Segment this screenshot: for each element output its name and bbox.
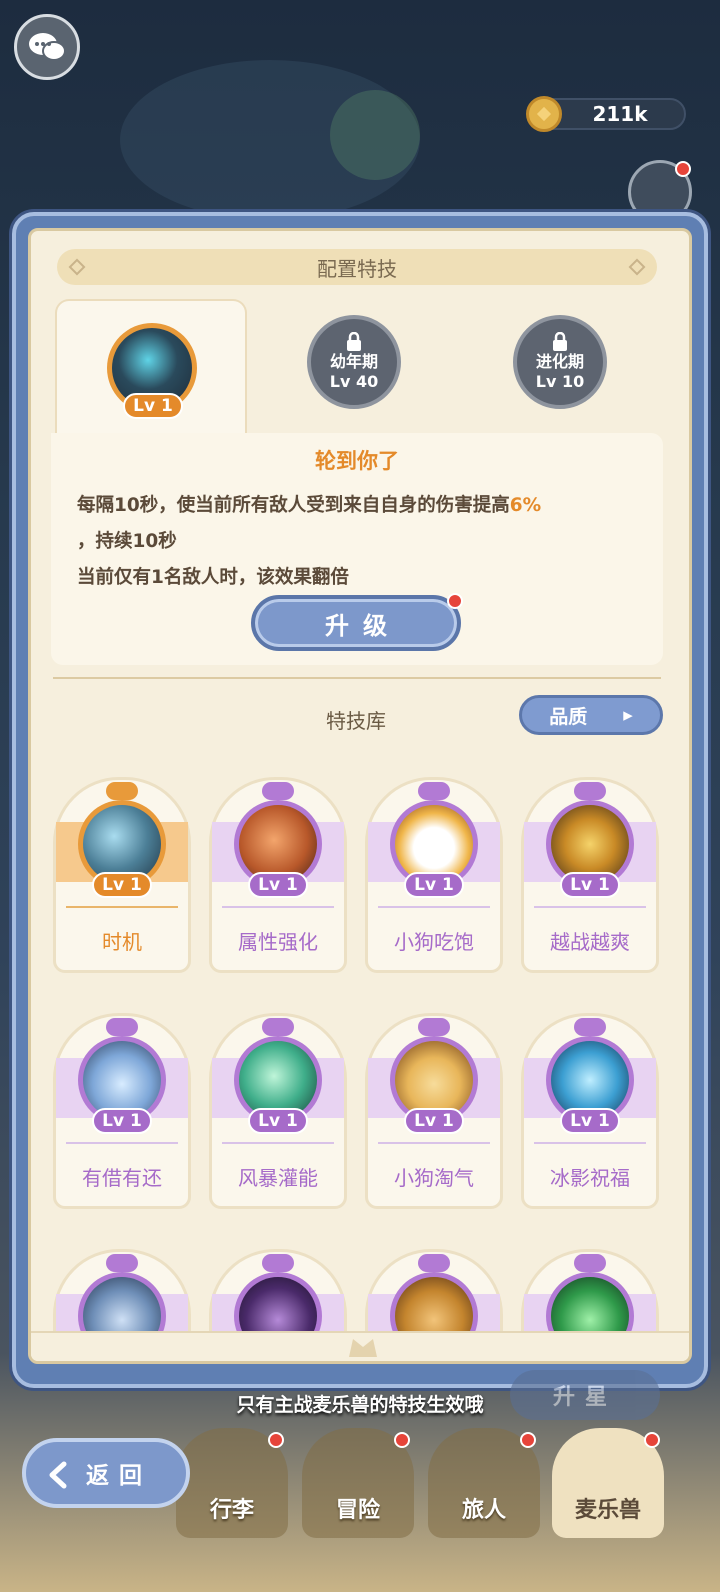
nav-melebeast[interactable]: 麦乐兽	[552, 1428, 664, 1538]
skill-desc-value: 6%	[509, 495, 542, 516]
ornament-icon	[68, 258, 86, 276]
panel-title: 配置特技	[317, 256, 397, 281]
notification-dot	[447, 593, 463, 609]
notification-dot	[644, 1432, 660, 1448]
quality-filter-label: 品质	[549, 705, 588, 728]
notification-dot	[394, 1432, 410, 1448]
card-underline	[378, 1142, 490, 1144]
nav-adventure[interactable]: 冒险	[302, 1428, 414, 1538]
bow-icon	[418, 1254, 450, 1272]
card-level-badge: Lv 1	[560, 872, 620, 898]
card-name: 越战越爽	[550, 930, 630, 954]
lock-icon	[347, 332, 361, 351]
skill-card[interactable]: Lv 1 时机	[53, 777, 191, 973]
card-underline	[66, 1142, 178, 1144]
card-name: 属性强化	[238, 930, 318, 954]
bow-icon	[574, 1018, 606, 1036]
upgrade-button[interactable]: 升级	[251, 593, 463, 651]
card-name: 小狗淘气	[394, 1166, 474, 1190]
card-name: 时机	[102, 930, 142, 954]
coin-icon	[526, 96, 562, 132]
card-name: 小狗吃饱	[394, 930, 474, 954]
card-level-badge: Lv 1	[404, 872, 464, 898]
nav-label: 行李	[209, 1498, 254, 1523]
bow-icon	[418, 1018, 450, 1036]
arrow-right-icon: ▸	[623, 704, 633, 726]
back-button-label: 返回	[86, 1463, 152, 1489]
bow-icon	[262, 1018, 294, 1036]
slot-level-badge: Lv 1	[123, 393, 183, 419]
skill-panel: 配置特技 Lv 1 幼年期 Lv 40 进化期 Lv 10 轮到你了 每隔10秒…	[28, 228, 692, 1364]
bow-icon	[106, 782, 138, 800]
card-level-badge: Lv 1	[248, 872, 308, 898]
nav-luggage[interactable]: 行李	[176, 1428, 288, 1538]
nav-traveler[interactable]: 旅人	[428, 1428, 540, 1538]
notification-dot	[675, 161, 691, 177]
panel-footer-ornament	[31, 1331, 689, 1361]
locked-slot-level: Lv 10	[535, 372, 585, 391]
ornament-icon	[628, 258, 646, 276]
locked-slot-level: Lv 40	[329, 372, 379, 391]
notification-dot	[520, 1432, 536, 1448]
locked-slot-evolution[interactable]: 进化期 Lv 10	[513, 315, 607, 409]
skill-slot-active[interactable]: Lv 1	[55, 299, 247, 447]
card-underline	[378, 906, 490, 908]
coin-amount: 211k	[592, 102, 648, 126]
skill-card[interactable]: Lv 1 小狗淘气	[365, 1013, 503, 1209]
card-level-badge: Lv 1	[404, 1108, 464, 1134]
skill-card[interactable]: Lv 1 风暴灌能	[209, 1013, 347, 1209]
card-underline	[534, 1142, 646, 1144]
skill-card[interactable]: Lv 1 属性强化	[209, 777, 347, 973]
cat-emblem-icon	[349, 1339, 377, 1357]
chat-button[interactable]	[14, 14, 80, 80]
chat-bubbles-icon	[29, 33, 66, 61]
skill-desc-line-1: 每隔10秒，使当前所有敌人受到来自自身的伤害提高6%	[77, 491, 541, 517]
card-level-badge: Lv 1	[92, 1108, 152, 1134]
locked-slot-stage: 幼年期	[329, 352, 378, 371]
skill-desc-text: 每隔10秒，使当前所有敌人受到来自自身的伤害提高	[77, 495, 510, 516]
skill-card[interactable]: Lv 1 有借有还	[53, 1013, 191, 1209]
bow-icon	[574, 1254, 606, 1272]
card-underline	[534, 906, 646, 908]
bow-icon	[262, 782, 294, 800]
skill-card[interactable]: Lv 1 越战越爽	[521, 777, 659, 973]
skill-name: 轮到你了	[315, 449, 399, 473]
card-underline	[222, 906, 334, 908]
card-name: 冰影祝福	[550, 1166, 630, 1190]
lock-icon	[553, 332, 567, 351]
card-level-badge: Lv 1	[92, 872, 152, 898]
skill-card[interactable]: Lv 1 冰影祝福	[521, 1013, 659, 1209]
skill-card[interactable]: Lv 1 小狗吃饱	[365, 777, 503, 973]
upgrade-button-label: 升级	[325, 611, 401, 640]
card-level-badge: Lv 1	[248, 1108, 308, 1134]
bow-icon	[574, 782, 606, 800]
bottom-message: 只有主战麦乐兽的特技生效哦	[236, 1394, 484, 1416]
notification-dot	[268, 1432, 284, 1448]
card-underline	[66, 906, 178, 908]
skill-desc-line-2: ，持续10秒	[77, 531, 177, 552]
locked-slot-juvenile[interactable]: 幼年期 Lv 40	[307, 315, 401, 409]
card-name: 有借有还	[82, 1166, 162, 1190]
background-character	[330, 90, 420, 180]
bow-icon	[106, 1018, 138, 1036]
section-divider	[53, 677, 661, 679]
panel-title-bar: 配置特技	[57, 249, 657, 285]
back-arrow-icon	[49, 1461, 67, 1489]
skill-desc-line-3: 当前仅有1名敌人时，该效果翻倍	[77, 567, 349, 588]
skill-description-box: 轮到你了 每隔10秒，使当前所有敌人受到来自自身的伤害提高6% ，持续10秒 当…	[51, 433, 663, 665]
quality-filter-button[interactable]: 品质 ▸	[519, 695, 663, 735]
bow-icon	[418, 782, 450, 800]
bow-icon	[106, 1254, 138, 1272]
nav-label: 麦乐兽	[574, 1498, 641, 1523]
back-button[interactable]: 返回	[22, 1438, 190, 1508]
nav-label: 旅人	[461, 1498, 506, 1523]
card-name: 风暴灌能	[238, 1166, 318, 1190]
bow-icon	[262, 1254, 294, 1272]
nav-label: 冒险	[335, 1498, 380, 1523]
locked-slot-stage: 进化期	[535, 352, 584, 371]
card-underline	[222, 1142, 334, 1144]
card-level-badge: Lv 1	[560, 1108, 620, 1134]
